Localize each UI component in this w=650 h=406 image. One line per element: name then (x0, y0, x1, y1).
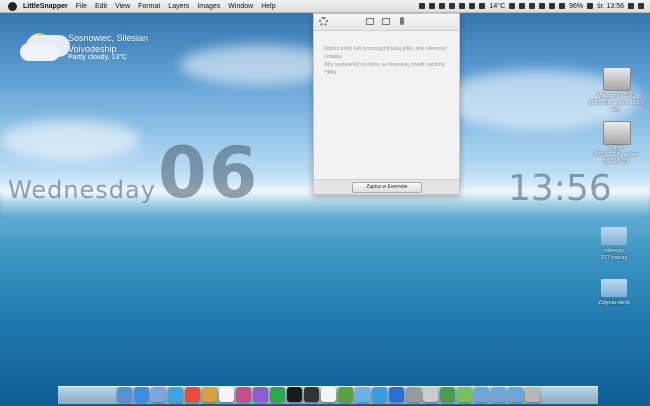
chrome-icon[interactable] (184, 387, 200, 402)
desktop-icon-label: Macintosh SSD 278,5 GB, wolne 198,6 GB (588, 93, 644, 113)
status-icon[interactable] (449, 3, 456, 9)
menu-file[interactable]: File (76, 3, 87, 10)
sonos-icon[interactable] (303, 387, 319, 402)
apple-menu-icon[interactable] (8, 1, 17, 11)
weather-location: Sosnowiec, Silesian Voivodeship (68, 33, 149, 54)
menubar-clock[interactable]: śr. 13:56 (597, 3, 624, 10)
folder-downloads-icon[interactable] (507, 387, 523, 402)
wifi-icon[interactable] (549, 3, 556, 9)
calendar-icon[interactable] (218, 387, 234, 402)
cloud-icon (20, 43, 60, 61)
status-icon[interactable] (519, 3, 526, 9)
status-icon[interactable] (529, 3, 536, 9)
menu-layers[interactable]: Layers (168, 3, 189, 10)
menu-help[interactable]: Help (261, 3, 275, 10)
spotlight-icon[interactable] (628, 3, 634, 9)
spotify-icon[interactable] (269, 387, 285, 402)
screen-icon[interactable] (405, 387, 421, 402)
status-icon[interactable] (439, 3, 446, 9)
stocks-icon[interactable] (439, 387, 455, 402)
messages-icon[interactable] (388, 387, 404, 402)
status-icon[interactable] (429, 3, 436, 9)
safari-icon[interactable] (167, 387, 183, 402)
menu-images[interactable]: Images (197, 3, 220, 10)
window-capture-icon[interactable] (382, 18, 390, 25)
weather-condition: Partly cloudy, 13°C (68, 54, 128, 61)
textedit-icon[interactable] (320, 387, 336, 402)
note-panel-toolbar (314, 14, 459, 31)
folder-icon[interactable] (601, 279, 627, 297)
screen-capture-icon[interactable] (366, 18, 374, 25)
gear-icon[interactable] (319, 17, 328, 26)
temperature-status[interactable]: 14°C (489, 3, 505, 10)
list-icon[interactable] (638, 3, 644, 9)
menu-view[interactable]: View (115, 3, 130, 10)
hard-drive-icon[interactable] (603, 67, 631, 91)
preview-icon[interactable] (422, 387, 438, 402)
app-icon[interactable] (456, 387, 472, 402)
status-icon[interactable] (479, 3, 486, 9)
dock (58, 386, 598, 404)
desktop-icon-label: roboczy 377 rzeczy (600, 248, 628, 261)
battery-icon[interactable] (587, 3, 594, 9)
desktop-icon-label: Zdjęcia-skrót (598, 300, 630, 306)
clock-date: 06 (158, 132, 260, 214)
box-icon[interactable] (201, 387, 217, 402)
twitter-icon[interactable] (371, 387, 387, 402)
evernote-icon[interactable] (337, 387, 353, 402)
desktop-icon-label: Dane 475,91 GB, wolne 165,95 GB (594, 145, 638, 165)
volume-icon[interactable] (559, 3, 566, 9)
note-panel-footer: Zapisz w Evernote (314, 179, 459, 194)
music-icon[interactable] (286, 387, 302, 402)
menu-bar: LittleSnapper File Edit View Format Laye… (0, 0, 650, 13)
folder-docs-icon[interactable] (490, 387, 506, 402)
sky-cloud (0, 120, 140, 160)
note-hint-line1: Wpisz treść lub przeciągnij tutaj pliki,… (324, 46, 448, 60)
menu-format[interactable]: Format (138, 3, 160, 10)
finder-icon[interactable] (116, 387, 132, 402)
save-to-evernote-button[interactable]: Zapisz w Evernote (352, 182, 422, 193)
clock-day: Wednesday (8, 176, 156, 204)
clock-time: 13:56 (508, 168, 612, 209)
status-icon[interactable] (509, 3, 516, 9)
folder-icon[interactable] (601, 227, 627, 245)
hard-drive-icon[interactable] (603, 121, 631, 145)
photos-icon[interactable] (235, 387, 251, 402)
folder-apps-icon[interactable] (473, 387, 489, 402)
menu-edit[interactable]: Edit (95, 3, 107, 10)
note-hint-line2: Aby wyświetlić to okno, w dowolnej chwil… (324, 62, 445, 76)
app-menu[interactable]: LittleSnapper (23, 3, 68, 10)
battery-status[interactable]: 96% (569, 3, 583, 10)
evernote-note-panel[interactable]: Wpisz treść lub przeciągnij tutaj pliki,… (313, 13, 460, 195)
status-icon[interactable] (539, 3, 546, 9)
status-icon[interactable] (459, 3, 466, 9)
app-store-icon[interactable] (133, 387, 149, 402)
status-icon[interactable] (469, 3, 476, 9)
status-icon[interactable] (419, 3, 426, 9)
menu-window[interactable]: Window (228, 3, 253, 10)
mail-icon[interactable] (150, 387, 166, 402)
trash-icon[interactable] (524, 387, 540, 402)
cloud-icon[interactable] (354, 387, 370, 402)
itunes-icon[interactable] (252, 387, 268, 402)
note-input-area[interactable]: Wpisz treść lub przeciągnij tutaj pliki,… (314, 31, 459, 77)
microphone-icon[interactable] (400, 17, 404, 25)
